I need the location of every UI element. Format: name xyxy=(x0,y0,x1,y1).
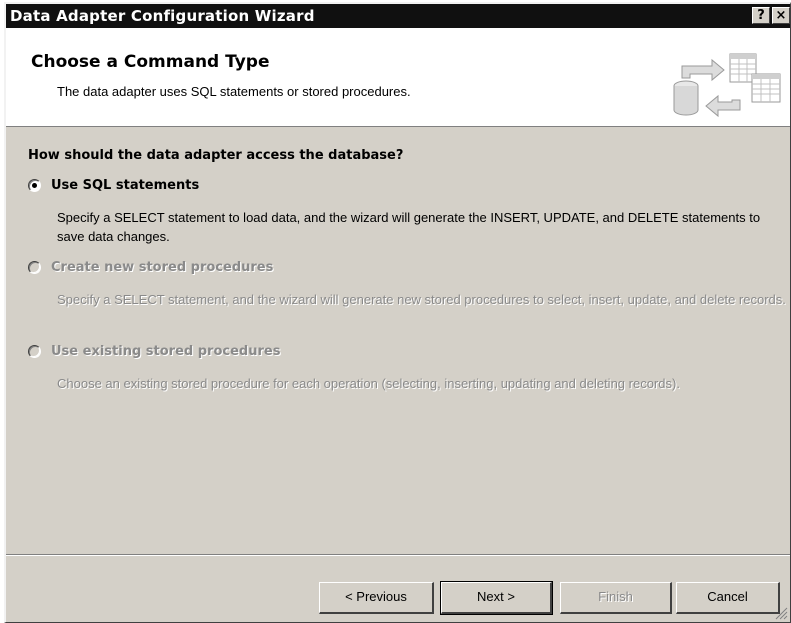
previous-button[interactable]: < Previous xyxy=(319,582,434,614)
question-label: How should the data adapter access the d… xyxy=(28,148,404,163)
title-controls: ? × xyxy=(752,7,790,24)
option-use-sql-statements[interactable]: Use SQL statements xyxy=(28,178,199,193)
option-label[interactable]: Use SQL statements xyxy=(51,178,199,193)
option-create-new-stored-procedures[interactable]: Create new stored procedures xyxy=(28,260,273,275)
option-description: Specify a SELECT statement to load data,… xyxy=(57,210,761,244)
option-description: Choose an existing stored procedure for … xyxy=(57,376,680,391)
finish-button[interactable]: Finish xyxy=(560,582,672,614)
page-title: Choose a Command Type xyxy=(31,52,270,72)
resize-grip-icon[interactable] xyxy=(774,606,788,620)
radio-use-sql-statements[interactable] xyxy=(28,179,41,192)
option-label[interactable]: Create new stored procedures xyxy=(51,260,273,275)
radio-create-new-stored-procedures[interactable] xyxy=(28,261,41,274)
cancel-button[interactable]: Cancel xyxy=(676,582,780,614)
window-title: Data Adapter Configuration Wizard xyxy=(10,7,315,25)
database-to-tables-icon xyxy=(673,53,781,118)
title-bar[interactable]: Data Adapter Configuration Wizard ? × xyxy=(6,4,790,28)
close-button[interactable]: × xyxy=(772,7,790,24)
help-button[interactable]: ? xyxy=(752,7,770,24)
wizard-header: Choose a Command Type The data adapter u… xyxy=(6,28,790,127)
wizard-content: How should the data adapter access the d… xyxy=(6,128,790,548)
next-button[interactable]: Next > xyxy=(440,581,553,615)
wizard-window: Data Adapter Configuration Wizard ? × Ch… xyxy=(4,2,791,623)
option-use-existing-stored-procedures[interactable]: Use existing stored procedures xyxy=(28,344,280,359)
radio-use-existing-stored-procedures[interactable] xyxy=(28,345,41,358)
page-subtitle: The data adapter uses SQL statements or … xyxy=(57,84,411,99)
footer-divider xyxy=(6,554,790,556)
option-description: Specify a SELECT statement, and the wiza… xyxy=(57,292,786,307)
option-label[interactable]: Use existing stored procedures xyxy=(51,344,280,359)
